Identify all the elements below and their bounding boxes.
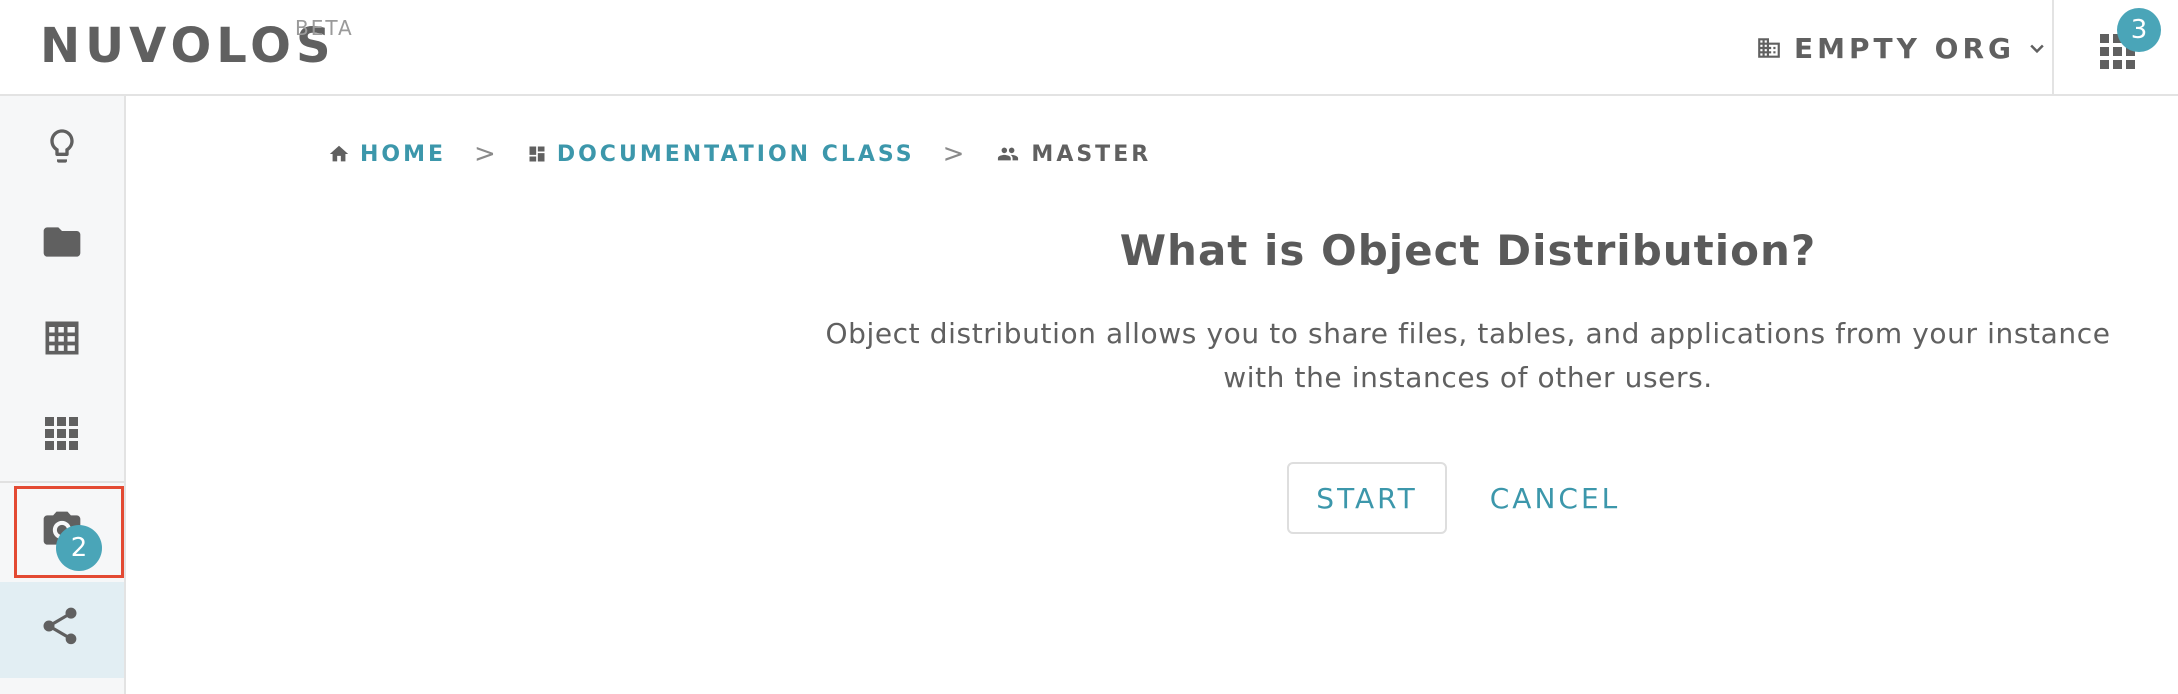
org-selector[interactable]: EMPTY ORG [1756, 30, 2047, 66]
header-divider [2052, 0, 2054, 96]
sidebar-item-files[interactable] [0, 194, 124, 290]
notification-badge: 3 [2117, 8, 2161, 52]
breadcrumb-home-label: HOME [360, 141, 447, 167]
page-description: Object distribution allows you to share … [825, 317, 2111, 394]
dashboard-icon [529, 146, 545, 162]
sidebar-item-tables[interactable] [0, 290, 124, 386]
apps-grid-icon [45, 417, 78, 450]
table-icon [45, 321, 79, 355]
chevron-down-icon [2027, 38, 2047, 58]
group-icon [998, 147, 1019, 161]
page-title: What is Object Distribution? [1119, 226, 1817, 275]
brand-logo[interactable]: NUVOLOS [40, 18, 336, 74]
breadcrumb-space[interactable]: DOCUMENTATION CLASS [527, 142, 915, 167]
org-name: EMPTY ORG [1794, 31, 2015, 65]
sidebar [0, 96, 126, 694]
beta-label: BETA [295, 16, 354, 40]
breadcrumb-instance-label: MASTER [1031, 141, 1152, 167]
sidebar-item-overview[interactable] [0, 98, 124, 194]
lightbulb-icon [50, 129, 74, 163]
cancel-button[interactable]: CANCEL [1480, 462, 1630, 534]
folder-icon [43, 227, 81, 257]
sidebar-item-applications[interactable] [0, 386, 124, 482]
building-icon [1756, 35, 1782, 61]
sidebar-item-distribute[interactable] [0, 582, 124, 678]
breadcrumb-instance: MASTER [995, 142, 1151, 167]
breadcrumb: HOME > DOCUMENTATION CLASS > MASTER [328, 136, 1151, 172]
step-badge: 2 [56, 525, 102, 571]
home-icon [329, 145, 349, 162]
breadcrumb-home[interactable]: HOME [328, 142, 446, 167]
breadcrumb-space-label: DOCUMENTATION CLASS [556, 141, 915, 167]
breadcrumb-separator: > [942, 139, 968, 169]
top-bar: NUVOLOS BETA EMPTY ORG [0, 0, 2178, 96]
share-icon [43, 607, 77, 645]
breadcrumb-separator: > [474, 139, 499, 169]
start-button[interactable]: START [1287, 462, 1447, 534]
